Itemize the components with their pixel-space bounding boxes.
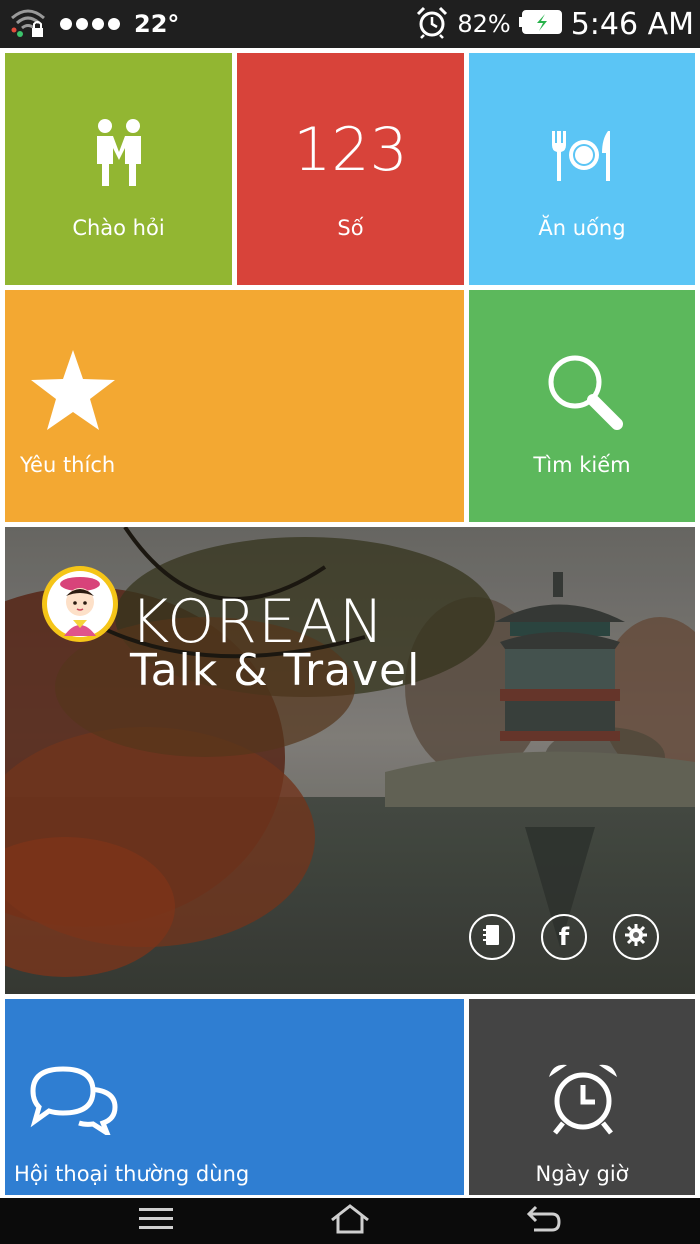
- tile-conversations-label: Hội thoại thường dùng: [14, 1162, 250, 1186]
- star-icon: [31, 350, 115, 434]
- battery-charging-icon: [518, 9, 563, 39]
- clock-time: 5:46 AM: [570, 6, 694, 42]
- facebook-button[interactable]: f: [541, 914, 587, 960]
- navigation-bar: [0, 1198, 700, 1244]
- korean-banner: KOREAN Talk & Travel f: [5, 527, 695, 994]
- chat-bubbles-icon: [29, 1065, 119, 1140]
- battery-percent: 82%: [457, 10, 511, 38]
- tile-greeting-label: Chào hỏi: [72, 216, 165, 240]
- wifi-lock-icon: [10, 6, 46, 42]
- settings-icon: [624, 923, 648, 951]
- tile-datetime-label: Ngày giờ: [535, 1162, 629, 1186]
- facebook-icon: f: [558, 923, 570, 951]
- menu-icon: [139, 1207, 173, 1235]
- contacts-button[interactable]: [469, 914, 515, 960]
- people-icon: [94, 118, 144, 190]
- home-icon: [330, 1204, 370, 1238]
- tile-food-label: Ăn uống: [538, 216, 626, 240]
- tile-food[interactable]: Ăn uống: [469, 53, 695, 285]
- tile-numbers[interactable]: 123 Số: [237, 53, 464, 285]
- tile-greeting[interactable]: Chào hỏi: [5, 53, 232, 285]
- tile-favorites[interactable]: Yêu thích: [5, 290, 464, 522]
- numbers-icon: 123: [293, 115, 408, 185]
- back-icon: [526, 1205, 562, 1237]
- tile-numbers-label: Số: [337, 216, 364, 240]
- search-icon: [545, 352, 625, 436]
- temperature: 22°: [134, 10, 180, 38]
- tile-search[interactable]: Tìm kiếm: [469, 290, 695, 522]
- tile-search-label: Tìm kiếm: [533, 453, 631, 477]
- menu-button[interactable]: [126, 1202, 186, 1240]
- status-bar: 22° 82% 5:46 AM: [0, 0, 700, 48]
- mascot-avatar: [40, 564, 120, 648]
- alarm-clock-icon: [415, 5, 449, 43]
- alarm-clock-icon: [547, 1061, 619, 1139]
- tile-favorites-label: Yêu thích: [20, 453, 116, 477]
- tile-conversations[interactable]: Hội thoại thường dùng: [5, 999, 464, 1195]
- signal-dots-icon: [60, 18, 120, 30]
- home-button[interactable]: [320, 1202, 380, 1240]
- banner-subtitle: Talk & Travel: [130, 645, 421, 696]
- back-button[interactable]: [514, 1202, 574, 1240]
- settings-button[interactable]: [613, 914, 659, 960]
- dining-icon: [550, 131, 616, 185]
- contacts-icon: [482, 924, 502, 950]
- tile-datetime[interactable]: Ngày giờ: [469, 999, 695, 1195]
